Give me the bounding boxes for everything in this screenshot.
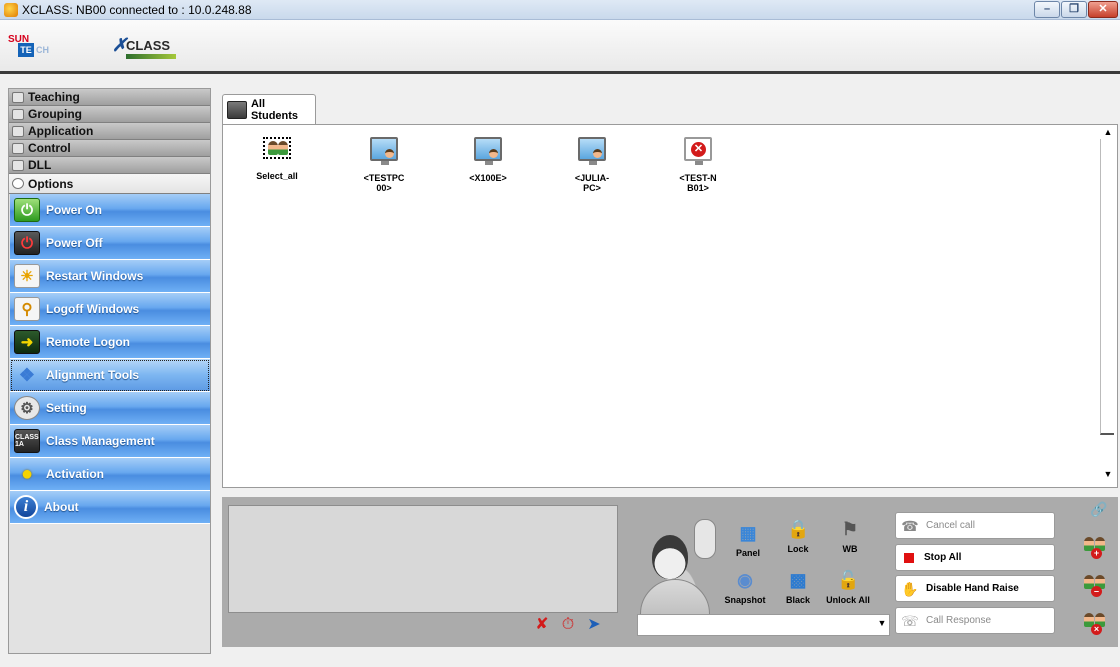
student-label: <X100E> (469, 173, 507, 183)
option-remote-logon[interactable]: ➜ Remote Logon (10, 326, 210, 359)
unlock-all-tool[interactable]: 🔓 Unlock All (825, 569, 871, 605)
student-item[interactable]: <X100E> (453, 137, 523, 183)
brand-bar: SUN TE CH ✗ CLASS (0, 20, 1120, 74)
category-application[interactable]: Application (9, 123, 210, 140)
control-area: ✘ ⏱ ➤ ▦ Panel 🔒 Lock ⚑ WB ◉ Snapshot ▩ B… (222, 497, 1118, 647)
offline-monitor-icon: ✕ (684, 137, 712, 165)
option-class-management[interactable]: CLASS 1A Class Management (10, 425, 210, 458)
student-label: <TEST-N B01> (679, 173, 717, 193)
delete-group-icon[interactable]: × (1084, 611, 1108, 635)
remove-group-icon[interactable]: – (1084, 573, 1108, 597)
disable-hand-raise-button[interactable]: ✋ Disable Hand Raise (895, 575, 1055, 602)
suntech-logo: SUN TE CH (8, 34, 49, 57)
scroll-up-icon[interactable]: ▲ (1103, 127, 1113, 137)
option-alignment-tools[interactable]: ❖ Alignment Tools (10, 359, 210, 392)
category-teaching[interactable]: Teaching (9, 89, 210, 106)
student-label: Select_all (256, 171, 298, 181)
option-setting[interactable]: ⚙ Setting (10, 392, 210, 425)
panel-icon: ▦ (739, 523, 757, 543)
option-logoff-windows[interactable]: ⚲ Logoff Windows (10, 293, 210, 326)
about-icon: i (14, 495, 38, 519)
category-grouping[interactable]: Grouping (9, 106, 210, 123)
lock-icon: 🔒 (787, 519, 810, 539)
option-restart-windows[interactable]: ☀ Restart Windows (10, 260, 210, 293)
activation-icon: ● (20, 462, 34, 485)
stop-icon (904, 552, 914, 563)
wb-tool[interactable]: ⚑ WB (827, 518, 873, 554)
application-icon (12, 125, 24, 137)
option-power-on[interactable]: ⏻ Power On (10, 194, 210, 227)
students-tab-icon (227, 101, 247, 119)
clear-icon[interactable]: ✘ (532, 615, 552, 635)
minimize-button[interactable]: – (1034, 1, 1060, 18)
monitor-icon (474, 137, 502, 165)
category-control[interactable]: Control (9, 140, 210, 157)
call-response-icon: ☏ (901, 612, 919, 629)
monitor-icon (578, 137, 606, 165)
restore-button[interactable]: ❐ (1061, 1, 1087, 18)
student-label: <TESTPC 00> (363, 173, 405, 193)
monitor-icon (370, 137, 398, 165)
snapshot-tool[interactable]: ◉ Snapshot (722, 569, 768, 605)
app-icon (4, 2, 18, 17)
control-icon (12, 142, 24, 154)
student-combo[interactable]: ▼ (637, 614, 890, 636)
teaching-icon (12, 91, 24, 103)
option-about[interactable]: i About (10, 491, 210, 524)
xclass-logo: ✗ CLASS (112, 35, 176, 63)
link-icon[interactable]: 🔗 (1090, 501, 1107, 518)
vertical-scrollbar[interactable]: ▲ ▼ (1100, 127, 1116, 487)
student-panel: Select_all <TESTPC 00> <X100E> <JULIA- P… (222, 124, 1118, 488)
send-icon[interactable]: ➤ (584, 615, 604, 635)
chevron-down-icon[interactable]: ▼ (877, 618, 887, 632)
unlock-icon: 🔓 (837, 570, 860, 590)
close-button[interactable]: ✕ (1088, 1, 1118, 18)
alignment-tools-icon: ❖ (18, 364, 36, 385)
lock-tool[interactable]: 🔒 Lock (775, 518, 821, 554)
hand-raise-avatar (640, 519, 720, 623)
history-icon[interactable]: ⏱ (558, 615, 578, 635)
scroll-down-icon[interactable]: ▼ (1103, 469, 1113, 479)
camera-icon: ◉ (737, 570, 753, 590)
cancel-call-button[interactable]: ☎ Cancel call (895, 512, 1055, 539)
add-group-icon[interactable]: + (1084, 535, 1108, 559)
message-box (228, 505, 618, 613)
message-tools: ✘ ⏱ ➤ (532, 615, 604, 635)
whiteboard-icon: ⚑ (841, 519, 859, 539)
call-response-button[interactable]: ☏ Call Response (895, 607, 1055, 634)
student-item[interactable]: ✕ <TEST-N B01> (663, 137, 733, 193)
student-item[interactable]: <JULIA- PC> (557, 137, 627, 193)
dll-icon (12, 159, 24, 171)
options-icon (12, 178, 24, 189)
black-screen-icon: ▩ (789, 570, 807, 590)
student-item[interactable]: <TESTPC 00> (349, 137, 419, 193)
setting-icon: ⚙ (14, 396, 40, 420)
title-bar: XCLASS: NB00 connected to : 10.0.248.88 … (0, 0, 1120, 20)
power-on-icon: ⏻ (14, 198, 40, 222)
hand-stop-icon: ✋ (901, 580, 919, 597)
sidebar: Teaching Grouping Application Control DL… (8, 88, 211, 654)
cancel-call-icon: ☎ (901, 517, 919, 534)
option-power-off[interactable]: ⏻ Power Off (10, 227, 210, 260)
logoff-icon: ⚲ (14, 297, 40, 321)
grouping-icon (12, 108, 24, 120)
stop-all-button[interactable]: Stop All (895, 544, 1055, 571)
remote-logon-icon: ➜ (14, 330, 40, 354)
restart-icon: ☀ (14, 264, 40, 288)
student-label: <JULIA- PC> (574, 173, 610, 193)
category-options[interactable]: Options (9, 174, 210, 194)
class-management-icon: CLASS 1A (14, 429, 40, 453)
power-off-icon: ⏻ (14, 231, 40, 255)
black-tool[interactable]: ▩ Black (775, 569, 821, 605)
tab-all-students[interactable]: All Students (222, 94, 316, 125)
window-title: XCLASS: NB00 connected to : 10.0.248.88 (22, 2, 252, 17)
panel-tool[interactable]: ▦ Panel (725, 522, 771, 558)
student-select-all[interactable]: Select_all (242, 137, 312, 181)
select-all-icon (263, 137, 291, 159)
option-activation[interactable]: ● Activation (10, 458, 210, 491)
window-controls: – ❐ ✕ (1034, 1, 1118, 18)
category-dll[interactable]: DLL (9, 157, 210, 174)
